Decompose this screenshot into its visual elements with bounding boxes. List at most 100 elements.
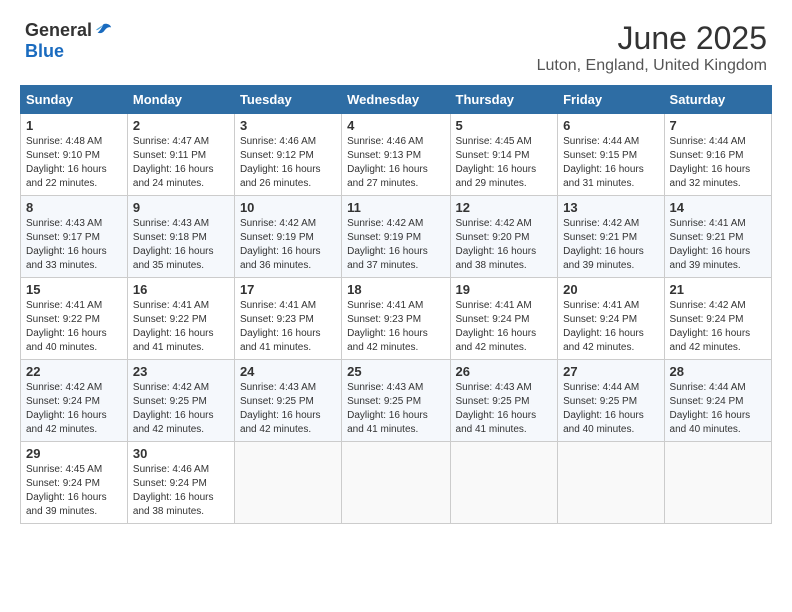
- day-number: 15: [26, 282, 122, 297]
- calendar-wrapper: Sunday Monday Tuesday Wednesday Thursday…: [10, 80, 782, 534]
- cell-content: Sunrise: 4:43 AMSunset: 9:18 PMDaylight:…: [133, 217, 229, 273]
- table-row: [450, 442, 558, 524]
- logo-blue-text: Blue: [25, 41, 64, 61]
- cell-content: Sunrise: 4:42 AMSunset: 9:24 PMDaylight:…: [670, 299, 766, 355]
- table-row: 14 Sunrise: 4:41 AMSunset: 9:21 PMDayligh…: [664, 196, 771, 278]
- table-row: [558, 442, 664, 524]
- calendar-row: 22Sunrise: 4:42 AMSunset: 9:24 PMDayligh…: [21, 360, 772, 442]
- table-row: [342, 442, 450, 524]
- cell-content: Sunrise: 4:47 AMSunset: 9:11 PMDaylight:…: [133, 135, 229, 191]
- title-area: June 2025 Luton, England, United Kingdom: [537, 20, 767, 75]
- table-row: 2 Sunrise: 4:47 AMSunset: 9:11 PMDaylight…: [127, 114, 234, 196]
- cell-content: Sunrise: 4:45 AMSunset: 9:14 PMDaylight:…: [456, 135, 553, 191]
- table-row: 29 Sunrise: 4:45 AMSunset: 9:24 PMDayligh…: [21, 442, 128, 524]
- table-row: 5Sunrise: 4:45 AMSunset: 9:14 PMDaylight…: [450, 114, 558, 196]
- table-row: 23Sunrise: 4:42 AMSunset: 9:25 PMDayligh…: [127, 360, 234, 442]
- col-friday: Friday: [558, 86, 664, 114]
- table-row: 3Sunrise: 4:46 AMSunset: 9:12 PMDaylight…: [234, 114, 341, 196]
- calendar-row: 29 Sunrise: 4:45 AMSunset: 9:24 PMDayligh…: [21, 442, 772, 524]
- cell-content: Sunrise: 4:42 AMSunset: 9:19 PMDaylight:…: [347, 217, 444, 273]
- col-tuesday: Tuesday: [234, 86, 341, 114]
- day-number: 28: [670, 364, 766, 379]
- header: General Blue June 2025 Luton, England, U…: [10, 10, 782, 80]
- table-row: 4 Sunrise: 4:46 AMSunset: 9:13 PMDaylight…: [342, 114, 450, 196]
- table-row: [234, 442, 341, 524]
- day-number: 6: [563, 118, 658, 133]
- col-sunday: Sunday: [21, 86, 128, 114]
- col-saturday: Saturday: [664, 86, 771, 114]
- cell-content: Sunrise: 4:41 AMSunset: 9:22 PMDaylight:…: [26, 299, 122, 355]
- day-number: 24: [240, 364, 336, 379]
- day-number: 13: [563, 200, 658, 215]
- table-row: 22Sunrise: 4:42 AMSunset: 9:24 PMDayligh…: [21, 360, 128, 442]
- cell-content: Sunrise: 4:41 AMSunset: 9:24 PMDaylight:…: [563, 299, 658, 355]
- table-row: 21 Sunrise: 4:42 AMSunset: 9:24 PMDayligh…: [664, 278, 771, 360]
- table-row: 18 Sunrise: 4:41 AMSunset: 9:23 PMDayligh…: [342, 278, 450, 360]
- table-row: 9 Sunrise: 4:43 AMSunset: 9:18 PMDaylight…: [127, 196, 234, 278]
- cell-content: Sunrise: 4:41 AMSunset: 9:23 PMDaylight:…: [240, 299, 336, 355]
- cell-content: Sunrise: 4:42 AMSunset: 9:20 PMDaylight:…: [456, 217, 553, 273]
- cell-content: Sunrise: 4:44 AMSunset: 9:24 PMDaylight:…: [670, 381, 766, 437]
- calendar-row: 1Sunrise: 4:48 AMSunset: 9:10 PMDaylight…: [21, 114, 772, 196]
- day-number: 19: [456, 282, 553, 297]
- cell-content: Sunrise: 4:44 AMSunset: 9:15 PMDaylight:…: [563, 135, 658, 191]
- cell-content: Sunrise: 4:41 AMSunset: 9:23 PMDaylight:…: [347, 299, 444, 355]
- calendar-row: 8Sunrise: 4:43 AMSunset: 9:17 PMDaylight…: [21, 196, 772, 278]
- logo: General Blue: [25, 20, 112, 62]
- cell-content: Sunrise: 4:42 AMSunset: 9:24 PMDaylight:…: [26, 381, 122, 437]
- cell-content: Sunrise: 4:42 AMSunset: 9:19 PMDaylight:…: [240, 217, 336, 273]
- day-number: 8: [26, 200, 122, 215]
- table-row: 13 Sunrise: 4:42 AMSunset: 9:21 PMDayligh…: [558, 196, 664, 278]
- table-row: 10 Sunrise: 4:42 AMSunset: 9:19 PMDayligh…: [234, 196, 341, 278]
- day-number: 20: [563, 282, 658, 297]
- table-row: 12 Sunrise: 4:42 AMSunset: 9:20 PMDayligh…: [450, 196, 558, 278]
- cell-content: Sunrise: 4:42 AMSunset: 9:21 PMDaylight:…: [563, 217, 658, 273]
- table-row: 20 Sunrise: 4:41 AMSunset: 9:24 PMDayligh…: [558, 278, 664, 360]
- cell-content: Sunrise: 4:43 AMSunset: 9:25 PMDaylight:…: [347, 381, 444, 437]
- cell-content: Sunrise: 4:46 AMSunset: 9:13 PMDaylight:…: [347, 135, 444, 191]
- cell-content: Sunrise: 4:44 AMSunset: 9:25 PMDaylight:…: [563, 381, 658, 437]
- day-number: 27: [563, 364, 658, 379]
- day-number: 17: [240, 282, 336, 297]
- calendar-table: Sunday Monday Tuesday Wednesday Thursday…: [20, 85, 772, 524]
- table-row: 30Sunrise: 4:46 AMSunset: 9:24 PMDayligh…: [127, 442, 234, 524]
- table-row: 15 Sunrise: 4:41 AMSunset: 9:22 PMDayligh…: [21, 278, 128, 360]
- day-number: 21: [670, 282, 766, 297]
- cell-content: Sunrise: 4:46 AMSunset: 9:12 PMDaylight:…: [240, 135, 336, 191]
- day-number: 29: [26, 446, 122, 461]
- cell-content: Sunrise: 4:48 AMSunset: 9:10 PMDaylight:…: [26, 135, 122, 191]
- table-row: 25Sunrise: 4:43 AMSunset: 9:25 PMDayligh…: [342, 360, 450, 442]
- day-number: 16: [133, 282, 229, 297]
- day-number: 23: [133, 364, 229, 379]
- day-number: 11: [347, 200, 444, 215]
- table-row: 8Sunrise: 4:43 AMSunset: 9:17 PMDaylight…: [21, 196, 128, 278]
- col-wednesday: Wednesday: [342, 86, 450, 114]
- day-number: 7: [670, 118, 766, 133]
- table-row: 26Sunrise: 4:43 AMSunset: 9:25 PMDayligh…: [450, 360, 558, 442]
- cell-content: Sunrise: 4:45 AMSunset: 9:24 PMDaylight:…: [26, 463, 122, 519]
- day-number: 30: [133, 446, 229, 461]
- day-number: 9: [133, 200, 229, 215]
- cell-content: Sunrise: 4:44 AMSunset: 9:16 PMDaylight:…: [670, 135, 766, 191]
- day-number: 18: [347, 282, 444, 297]
- day-number: 14: [670, 200, 766, 215]
- cell-content: Sunrise: 4:41 AMSunset: 9:24 PMDaylight:…: [456, 299, 553, 355]
- table-row: [664, 442, 771, 524]
- day-number: 2: [133, 118, 229, 133]
- table-row: 17 Sunrise: 4:41 AMSunset: 9:23 PMDayligh…: [234, 278, 341, 360]
- day-number: 4: [347, 118, 444, 133]
- day-number: 12: [456, 200, 553, 215]
- col-thursday: Thursday: [450, 86, 558, 114]
- day-number: 26: [456, 364, 553, 379]
- calendar-row: 15 Sunrise: 4:41 AMSunset: 9:22 PMDayligh…: [21, 278, 772, 360]
- table-row: 1Sunrise: 4:48 AMSunset: 9:10 PMDaylight…: [21, 114, 128, 196]
- table-row: 24 Sunrise: 4:43 AMSunset: 9:25 PMDayligh…: [234, 360, 341, 442]
- table-row: 7 Sunrise: 4:44 AMSunset: 9:16 PMDaylight…: [664, 114, 771, 196]
- cell-content: Sunrise: 4:43 AMSunset: 9:25 PMDaylight:…: [240, 381, 336, 437]
- cell-content: Sunrise: 4:41 AMSunset: 9:21 PMDaylight:…: [670, 217, 766, 273]
- table-row: 11 Sunrise: 4:42 AMSunset: 9:19 PMDayligh…: [342, 196, 450, 278]
- table-row: 6 Sunrise: 4:44 AMSunset: 9:15 PMDaylight…: [558, 114, 664, 196]
- day-number: 10: [240, 200, 336, 215]
- logo-bird-icon: [94, 22, 112, 40]
- cell-content: Sunrise: 4:41 AMSunset: 9:22 PMDaylight:…: [133, 299, 229, 355]
